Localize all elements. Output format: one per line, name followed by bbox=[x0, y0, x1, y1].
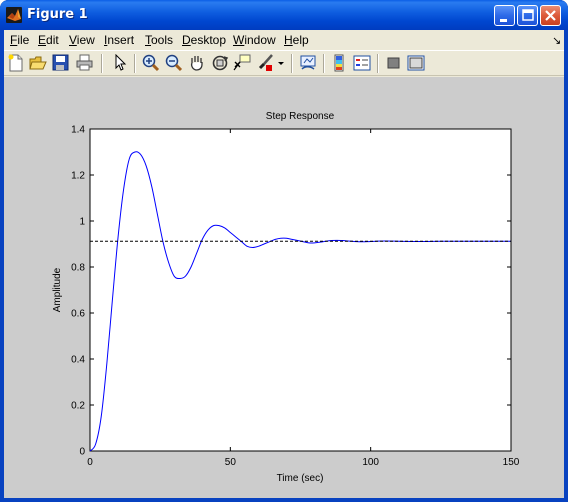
maximize-button[interactable] bbox=[517, 5, 538, 26]
hide-plot-tools-button[interactable] bbox=[384, 53, 404, 73]
legend-button[interactable] bbox=[352, 53, 372, 73]
figure-canvas[interactable]: Step Response Time (sec) Amplitude 0 50 10… bbox=[4, 77, 564, 498]
show-plot-tools-button[interactable] bbox=[406, 53, 426, 73]
toolbar-separator bbox=[291, 54, 293, 73]
rotate-3d-icon bbox=[212, 55, 229, 71]
close-icon bbox=[545, 10, 556, 21]
edit-plot-button[interactable] bbox=[110, 53, 130, 73]
zoom-in-icon bbox=[142, 54, 160, 72]
plot-title: Step Response bbox=[266, 111, 335, 122]
pan-button[interactable] bbox=[187, 53, 207, 73]
menu-window-label: indow bbox=[244, 33, 276, 47]
step-response-plot[interactable]: Step Response Time (sec) Amplitude 0 50 10… bbox=[4, 77, 564, 498]
print-button[interactable] bbox=[75, 53, 95, 73]
print-icon bbox=[76, 54, 93, 71]
minimize-icon bbox=[500, 19, 507, 22]
toolbar-separator bbox=[134, 54, 136, 73]
title-bar[interactable]: Figure 1 bbox=[0, 0, 568, 30]
figure-toolbar bbox=[4, 50, 564, 76]
window-title: Figure 1 bbox=[27, 7, 88, 22]
menu-view-label: iew bbox=[76, 33, 95, 47]
link-plot-icon bbox=[300, 55, 316, 70]
menu-insert[interactable]: Insert bbox=[104, 33, 134, 47]
y-tick-label: 1 bbox=[79, 217, 85, 228]
hide-plot-tools-icon bbox=[387, 57, 400, 69]
menu-tools-label: ools bbox=[151, 33, 174, 47]
axes-background[interactable] bbox=[89, 128, 512, 452]
zoom-in-button[interactable] bbox=[141, 53, 161, 73]
x-axis-label: Time (sec) bbox=[277, 473, 324, 484]
brush-button[interactable] bbox=[255, 53, 275, 73]
save-icon bbox=[52, 54, 69, 71]
new-figure-icon bbox=[8, 54, 23, 72]
menu-bar: File Edit View Insert Tools Desktop Wind… bbox=[4, 30, 564, 50]
x-tick-label: 100 bbox=[362, 457, 379, 468]
open-file-icon bbox=[29, 56, 47, 70]
menu-view[interactable]: View bbox=[69, 33, 95, 47]
window-border-right bbox=[564, 30, 568, 502]
toolbar-separator bbox=[377, 54, 379, 73]
menu-help[interactable]: Help bbox=[284, 33, 309, 47]
menu-file-label: ile bbox=[17, 33, 30, 47]
y-tick-label: 0 bbox=[79, 447, 85, 458]
pan-hand-icon bbox=[190, 56, 203, 71]
open-file-button[interactable] bbox=[28, 53, 48, 73]
menu-edit-label: dit bbox=[46, 33, 59, 47]
y-tick-label: 1.4 bbox=[71, 125, 85, 136]
menu-dock-arrow-icon[interactable]: ↘ bbox=[552, 34, 561, 47]
minimize-button[interactable] bbox=[494, 5, 515, 26]
y-tick-label: 0.8 bbox=[71, 263, 85, 274]
colorbar-button[interactable] bbox=[330, 53, 350, 73]
menu-window-mnemonic: W bbox=[233, 33, 245, 47]
menu-tools[interactable]: Tools bbox=[145, 33, 173, 47]
brush-dropdown-button[interactable] bbox=[275, 53, 285, 73]
zoom-out-button[interactable] bbox=[164, 53, 184, 73]
rotate-3d-button[interactable] bbox=[210, 53, 230, 73]
figure-window: Figure 1 File Edit View Insert Tools Des… bbox=[0, 0, 568, 502]
maximize-icon bbox=[522, 9, 534, 21]
link-plot-button[interactable] bbox=[298, 53, 318, 73]
show-plot-tools-icon bbox=[407, 55, 425, 71]
edit-plot-arrow-icon bbox=[115, 54, 127, 71]
legend-icon bbox=[353, 55, 371, 71]
x-tick-label: 150 bbox=[503, 457, 520, 468]
data-cursor-icon bbox=[233, 54, 251, 71]
data-cursor-button[interactable] bbox=[232, 53, 252, 73]
menu-file[interactable]: File bbox=[10, 33, 29, 47]
menu-edit-mnemonic: E bbox=[38, 33, 47, 47]
menu-insert-label: nsert bbox=[107, 33, 135, 47]
menu-desktop-mnemonic: D bbox=[182, 33, 191, 47]
window-client-area: File Edit View Insert Tools Desktop Wind… bbox=[4, 30, 564, 498]
y-tick-label: 0.2 bbox=[71, 401, 85, 412]
menu-help-mnemonic: H bbox=[284, 33, 293, 47]
x-tick-label: 0 bbox=[87, 457, 93, 468]
menu-help-label: elp bbox=[292, 33, 309, 47]
y-tick-label: 0.6 bbox=[71, 309, 85, 320]
new-figure-button[interactable] bbox=[6, 53, 26, 73]
toolbar-separator bbox=[101, 54, 103, 73]
menu-view-mnemonic: V bbox=[69, 33, 77, 47]
window-border-bottom bbox=[0, 498, 568, 502]
save-button[interactable] bbox=[51, 53, 71, 73]
close-button[interactable] bbox=[540, 5, 561, 26]
brush-icon bbox=[258, 54, 273, 71]
menu-window[interactable]: Window bbox=[233, 33, 276, 47]
menu-desktop-label: esktop bbox=[190, 33, 227, 47]
brush-dropdown-icon bbox=[278, 62, 284, 65]
toolbar-separator bbox=[323, 54, 325, 73]
matlab-logo-icon bbox=[6, 7, 22, 23]
menu-desktop[interactable]: Desktop bbox=[182, 33, 226, 47]
y-axis-label: Amplitude bbox=[52, 267, 63, 312]
x-tick-label: 50 bbox=[225, 457, 237, 468]
y-tick-label: 1.2 bbox=[71, 171, 85, 182]
colorbar-icon bbox=[334, 54, 344, 72]
menu-edit[interactable]: Edit bbox=[38, 33, 59, 47]
y-tick-label: 0.4 bbox=[71, 355, 85, 366]
zoom-out-icon bbox=[165, 54, 183, 72]
